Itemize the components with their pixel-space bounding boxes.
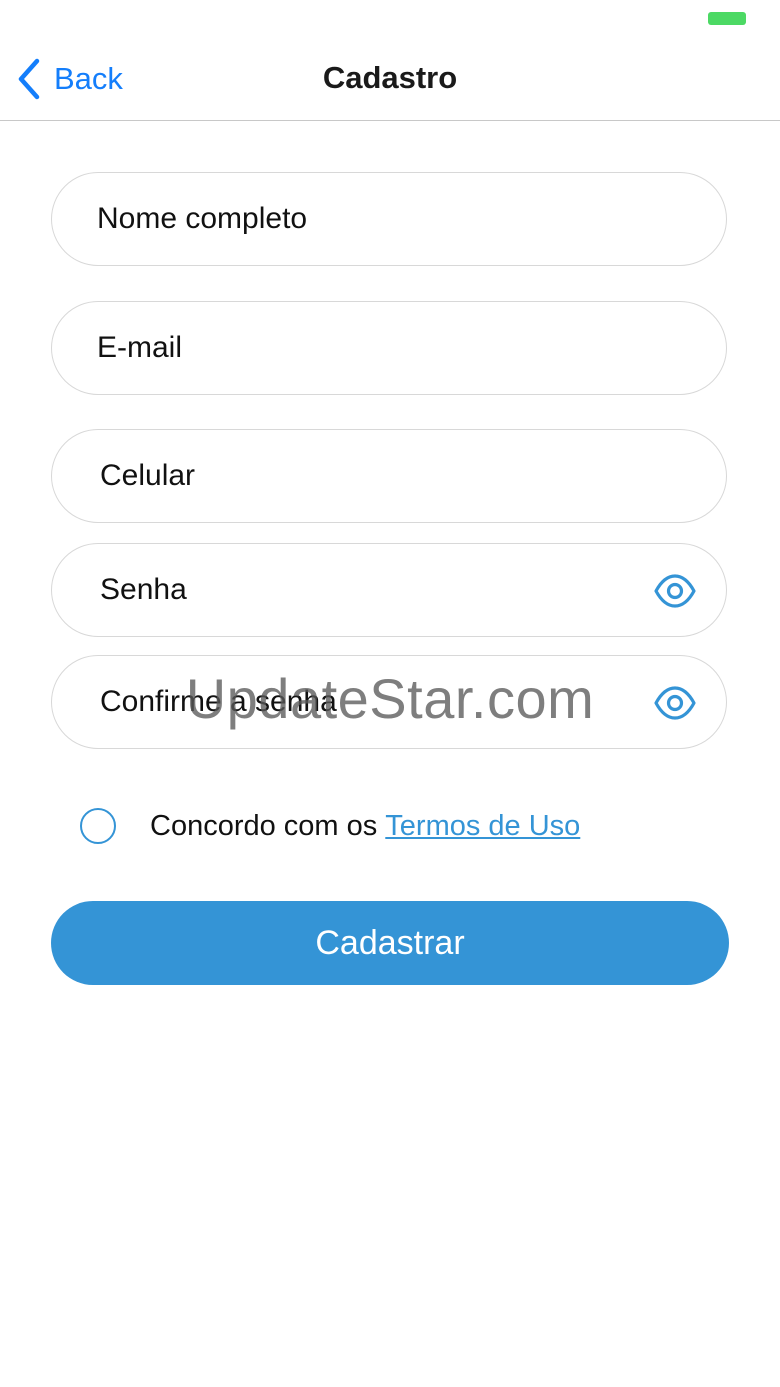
email-placeholder: E-mail xyxy=(97,331,183,364)
email-field[interactable]: E-mail xyxy=(51,301,727,395)
confirm-password-placeholder: Confirme a senha xyxy=(100,685,337,718)
terms-text: Concordo com os xyxy=(150,809,378,842)
terms-link[interactable]: Termos de Uso xyxy=(385,810,580,843)
page-title: Cadastro xyxy=(322,60,458,95)
terms-row: Concordo com os Termos de Uso xyxy=(80,804,580,848)
terms-checkbox[interactable] xyxy=(80,808,116,844)
password-placeholder: Senha xyxy=(100,573,187,606)
signup-screen: Back Cadastro Nome completo E-mail Celul… xyxy=(0,0,780,1387)
confirm-password-field[interactable]: Confirme a senha xyxy=(51,655,727,749)
navigation-bar: Back Cadastro xyxy=(0,40,780,121)
eye-icon[interactable] xyxy=(654,683,696,723)
register-button[interactable]: Cadastrar xyxy=(51,901,729,985)
full-name-placeholder: Nome completo xyxy=(97,202,308,235)
battery-icon xyxy=(708,12,746,25)
full-name-field[interactable]: Nome completo xyxy=(51,172,727,266)
phone-placeholder: Celular xyxy=(100,459,196,492)
eye-icon[interactable] xyxy=(654,571,696,611)
phone-field[interactable]: Celular xyxy=(51,429,727,523)
password-field[interactable]: Senha xyxy=(51,543,727,637)
